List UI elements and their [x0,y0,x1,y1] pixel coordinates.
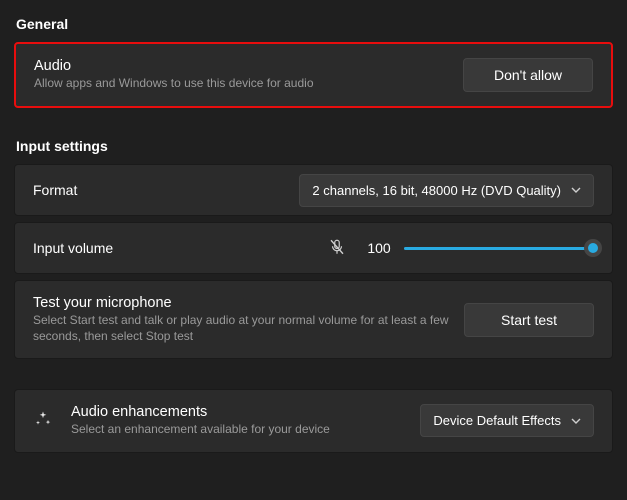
enhancements-subtitle: Select an enhancement available for your… [71,421,402,437]
sparkle-icon [33,409,53,432]
volume-slider[interactable] [404,238,594,258]
format-value: 2 channels, 16 bit, 48000 Hz (DVD Qualit… [312,183,561,198]
enhancements-text: Audio enhancements Select an enhancement… [71,404,402,437]
format-dropdown[interactable]: 2 channels, 16 bit, 48000 Hz (DVD Qualit… [299,174,594,207]
test-mic-text: Test your microphone Select Start test a… [33,295,464,344]
start-test-button[interactable]: Start test [464,303,594,337]
dont-allow-button[interactable]: Don't allow [463,58,593,92]
audio-allow-panel: Audio Allow apps and Windows to use this… [14,42,613,108]
input-volume-label: Input volume [33,240,113,256]
test-mic-subtitle: Select Start test and talk or play audio… [33,312,464,344]
volume-slider-thumb[interactable] [584,239,602,257]
audio-title: Audio [34,58,463,74]
format-label: Format [33,182,77,198]
enhancements-value: Device Default Effects [433,413,561,428]
microphone-muted-icon[interactable] [328,236,354,261]
enhancements-title: Audio enhancements [71,404,402,420]
section-heading-general: General [16,16,613,32]
section-heading-input: Input settings [16,138,613,154]
test-microphone-panel: Test your microphone Select Start test a… [14,280,613,359]
chevron-down-icon [571,416,581,426]
volume-value: 100 [364,240,394,256]
format-row: Format 2 channels, 16 bit, 48000 Hz (DVD… [14,164,613,216]
input-volume-row: Input volume 100 [14,222,613,274]
chevron-down-icon [571,185,581,195]
volume-control-group: 100 [328,236,594,261]
audio-enhancements-panel: Audio enhancements Select an enhancement… [14,389,613,452]
audio-allow-text: Audio Allow apps and Windows to use this… [34,58,463,91]
enhancements-dropdown[interactable]: Device Default Effects [420,404,594,437]
audio-subtitle: Allow apps and Windows to use this devic… [34,75,463,91]
test-mic-title: Test your microphone [33,295,464,311]
